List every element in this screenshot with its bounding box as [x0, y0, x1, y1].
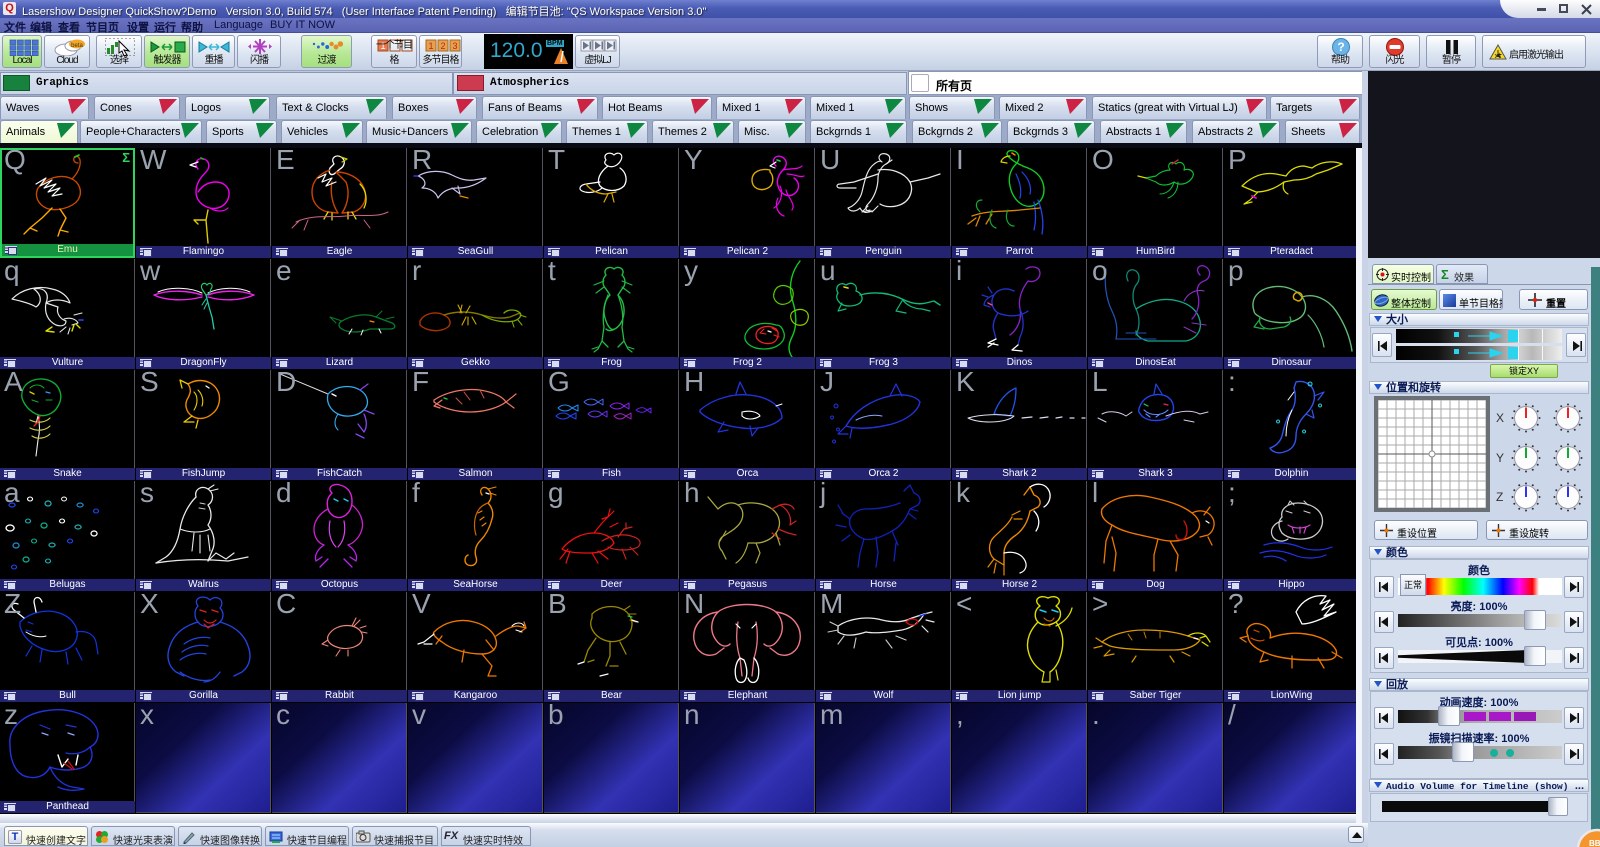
- svg-text:2: 2: [440, 41, 445, 51]
- svg-text:1: 1: [428, 41, 433, 51]
- svg-text:3: 3: [452, 41, 457, 51]
- svg-text:BB: BB: [1589, 839, 1600, 847]
- svg-text:beta: beta: [71, 43, 83, 49]
